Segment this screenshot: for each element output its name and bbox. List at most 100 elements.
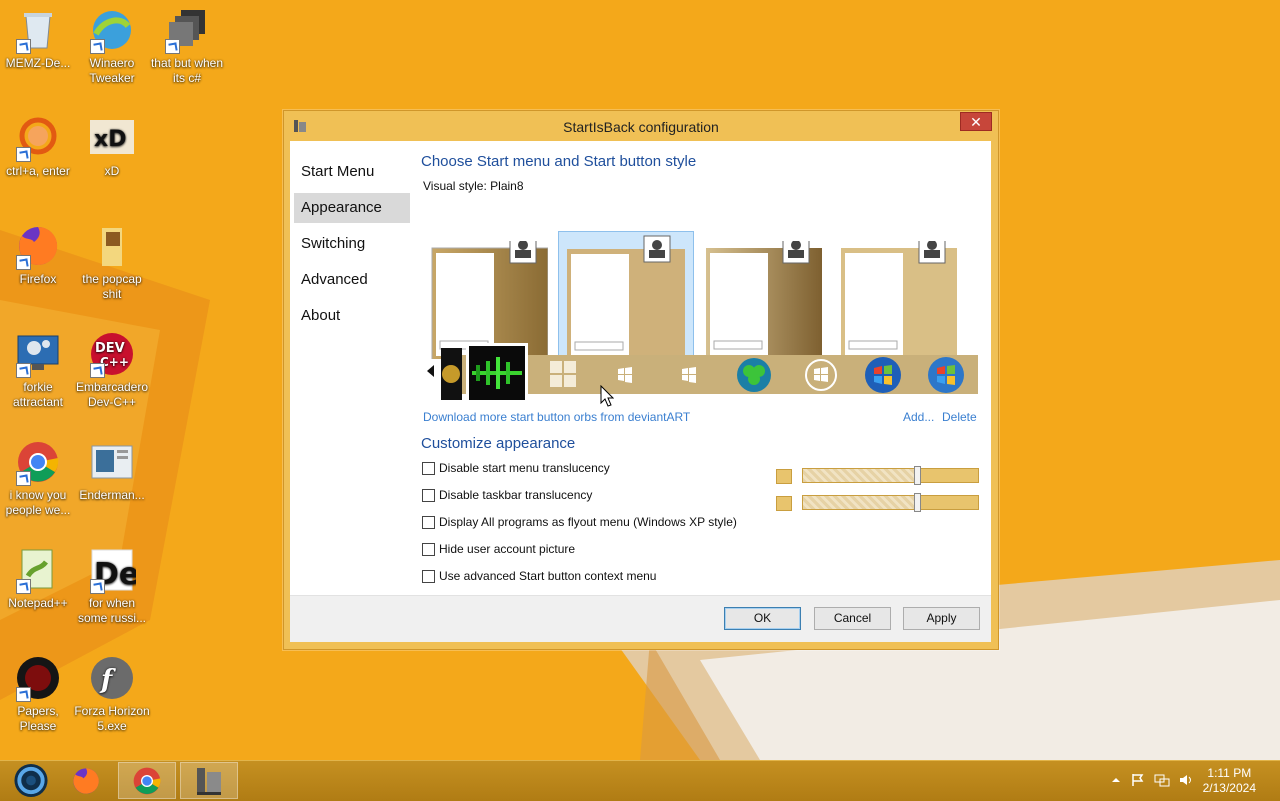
option-label: Use advanced Start button context menu bbox=[439, 569, 657, 583]
desktop-icon-label: the popcap shit bbox=[82, 272, 142, 301]
desktop-icon-popcap[interactable]: the popcap shit bbox=[74, 222, 150, 302]
ok-button[interactable]: OK bbox=[724, 607, 801, 630]
desktop-icon-firefox[interactable]: Firefox bbox=[0, 222, 76, 287]
desktop-icon-label: for when some russi... bbox=[77, 596, 146, 625]
style-preview-4[interactable] bbox=[839, 236, 957, 366]
desktop-icon-enderman[interactable]: Enderman... bbox=[74, 438, 150, 503]
delete-orb-link[interactable]: Delete bbox=[942, 410, 977, 424]
xd-icon: xD bbox=[90, 120, 134, 154]
desktop-icon-label: Papers, Please bbox=[17, 704, 59, 733]
desktop-icon-label: Winaero Tweaker bbox=[89, 56, 135, 85]
volume-icon[interactable] bbox=[1178, 772, 1194, 788]
option-label: Disable taskbar translucency bbox=[439, 488, 593, 502]
desktop-icon-forkie[interactable]: forkie attractant bbox=[0, 330, 76, 410]
startisback-icon bbox=[197, 768, 221, 795]
visual-style-label: Visual style: bbox=[423, 179, 487, 193]
taskbar-firefox[interactable] bbox=[57, 762, 115, 799]
nav-appearance[interactable]: Appearance bbox=[294, 193, 410, 223]
image-file-icon bbox=[91, 445, 133, 479]
orb-gold-dots-icon[interactable] bbox=[441, 348, 462, 400]
section-heading: Choose Start menu and Start button style bbox=[421, 153, 697, 170]
desktop-icon-memz[interactable]: MEMZ-De... bbox=[0, 6, 76, 71]
cancel-button[interactable]: Cancel bbox=[814, 607, 891, 630]
desktop-icon-label: Forza Horizon 5.exe bbox=[74, 704, 150, 733]
checkbox[interactable] bbox=[422, 516, 435, 529]
checkbox[interactable] bbox=[422, 489, 435, 502]
taskbar-transparency-slider[interactable] bbox=[802, 493, 979, 512]
desktop-icon-ctrl-a[interactable]: ctrl+a, enter bbox=[0, 114, 76, 179]
option-label: Hide user account picture bbox=[439, 542, 576, 556]
flash-icon: f bbox=[91, 657, 133, 699]
desktop-icon-label: forkie attractant bbox=[12, 380, 64, 409]
start-menu-preview bbox=[706, 236, 822, 366]
dialog-client: Start Menu Appearance Switching Advanced… bbox=[290, 141, 991, 642]
taskbar-clock[interactable]: 1:11 PM 2/13/2024 bbox=[1203, 766, 1256, 796]
add-orb-link[interactable]: Add... bbox=[903, 410, 934, 424]
window-title: StartIsBack configuration bbox=[563, 119, 719, 135]
desktop-icon-stack[interactable]: that but when its c# bbox=[149, 6, 225, 86]
nav-advanced[interactable]: Advanced bbox=[294, 265, 410, 295]
style-preview-2-selected[interactable] bbox=[558, 231, 694, 371]
desktop-icon-label: i know you people we... bbox=[5, 488, 71, 517]
orb-windows7-alt-icon[interactable] bbox=[927, 356, 965, 394]
style-preview-3[interactable] bbox=[704, 236, 822, 366]
close-button[interactable]: ✕ bbox=[960, 112, 992, 131]
desktop-icon-label: that but when its c# bbox=[150, 56, 224, 85]
desktop-icon-papers-please[interactable]: Papers, Please bbox=[0, 654, 76, 734]
desktop-icon-winaero[interactable]: Winaero Tweaker bbox=[74, 6, 150, 86]
orb-windows7-icon[interactable] bbox=[864, 356, 902, 394]
network-icon[interactable] bbox=[1154, 772, 1170, 788]
taskbar-startisback[interactable] bbox=[180, 762, 238, 799]
svg-text:DEV: DEV bbox=[95, 341, 125, 356]
svg-text:xD: xD bbox=[94, 127, 126, 152]
slider-thumb[interactable] bbox=[914, 493, 921, 512]
slider-thumb[interactable] bbox=[914, 466, 921, 485]
action-center-flag-icon[interactable] bbox=[1130, 772, 1146, 788]
desktop-icon-de[interactable]: De for when some russi... bbox=[74, 546, 150, 626]
option-label: Disable start menu translucency bbox=[439, 461, 610, 475]
orb-windows8-large-icon[interactable] bbox=[549, 360, 577, 388]
orb-windows8-small-icon[interactable] bbox=[681, 367, 697, 383]
title-bar[interactable]: StartIsBack configuration ✕ bbox=[284, 111, 998, 141]
folder-icon bbox=[102, 228, 122, 266]
checkbox[interactable] bbox=[422, 462, 435, 475]
orb-clover-icon[interactable] bbox=[736, 357, 772, 393]
desktop-icon-devcpp[interactable]: DEV C++ Embarcadero Dev-C++ bbox=[74, 330, 150, 410]
clock-time: 1:11 PM bbox=[1207, 766, 1252, 780]
start-menu-preview bbox=[567, 235, 685, 365]
show-hidden-icons-icon[interactable] bbox=[1108, 772, 1124, 788]
nav-start-menu[interactable]: Start Menu bbox=[294, 157, 410, 187]
desktop-icon-label: Firefox bbox=[19, 272, 57, 286]
orb-white-windows-icon[interactable] bbox=[803, 357, 839, 393]
start-menu-preview bbox=[431, 236, 549, 367]
visual-style-row: Visual style: Plain8 bbox=[423, 179, 524, 193]
orb-green-wave-icon[interactable] bbox=[466, 343, 528, 403]
desktop-icon-forza[interactable]: f Forza Horizon 5.exe bbox=[74, 654, 150, 734]
desktop-icon-chrome[interactable]: i know you people we... bbox=[0, 438, 76, 518]
taskbar-chrome[interactable] bbox=[118, 762, 176, 799]
orb-windows8-icon[interactable] bbox=[617, 367, 633, 383]
download-orbs-link[interactable]: Download more start button orbs from dev… bbox=[423, 410, 690, 424]
orb-scroll-left-icon[interactable] bbox=[427, 365, 434, 377]
apply-button[interactable]: Apply bbox=[903, 607, 980, 630]
start-menu-preview bbox=[841, 236, 957, 366]
desktop-icon-label: MEMZ-De... bbox=[5, 56, 71, 70]
checkbox[interactable] bbox=[422, 570, 435, 583]
desktop-icon-label: Enderman... bbox=[79, 488, 145, 502]
nav-about[interactable]: About bbox=[294, 301, 410, 331]
taskbar: 1:11 PM 2/13/2024 bbox=[0, 760, 1280, 801]
checkbox[interactable] bbox=[422, 543, 435, 556]
customize-heading: Customize appearance bbox=[421, 435, 576, 452]
desktop-icon-xd[interactable]: xD xD bbox=[74, 114, 150, 179]
taskbar-color-swatch[interactable] bbox=[776, 496, 792, 511]
desktop-icon-notepadpp[interactable]: Notepad++ bbox=[0, 546, 76, 611]
visual-style-value: Plain8 bbox=[490, 179, 524, 193]
desktop-icon-label: Embarcadero Dev-C++ bbox=[75, 380, 149, 409]
start-menu-color-swatch[interactable] bbox=[776, 469, 792, 484]
nav-switching[interactable]: Switching bbox=[294, 229, 410, 259]
style-preview-1[interactable] bbox=[430, 236, 549, 367]
chrome-icon bbox=[133, 767, 161, 795]
start-orb-icon[interactable] bbox=[2, 762, 60, 799]
desktop-icon-label: xD bbox=[104, 164, 120, 178]
start-menu-transparency-slider[interactable] bbox=[802, 466, 979, 485]
